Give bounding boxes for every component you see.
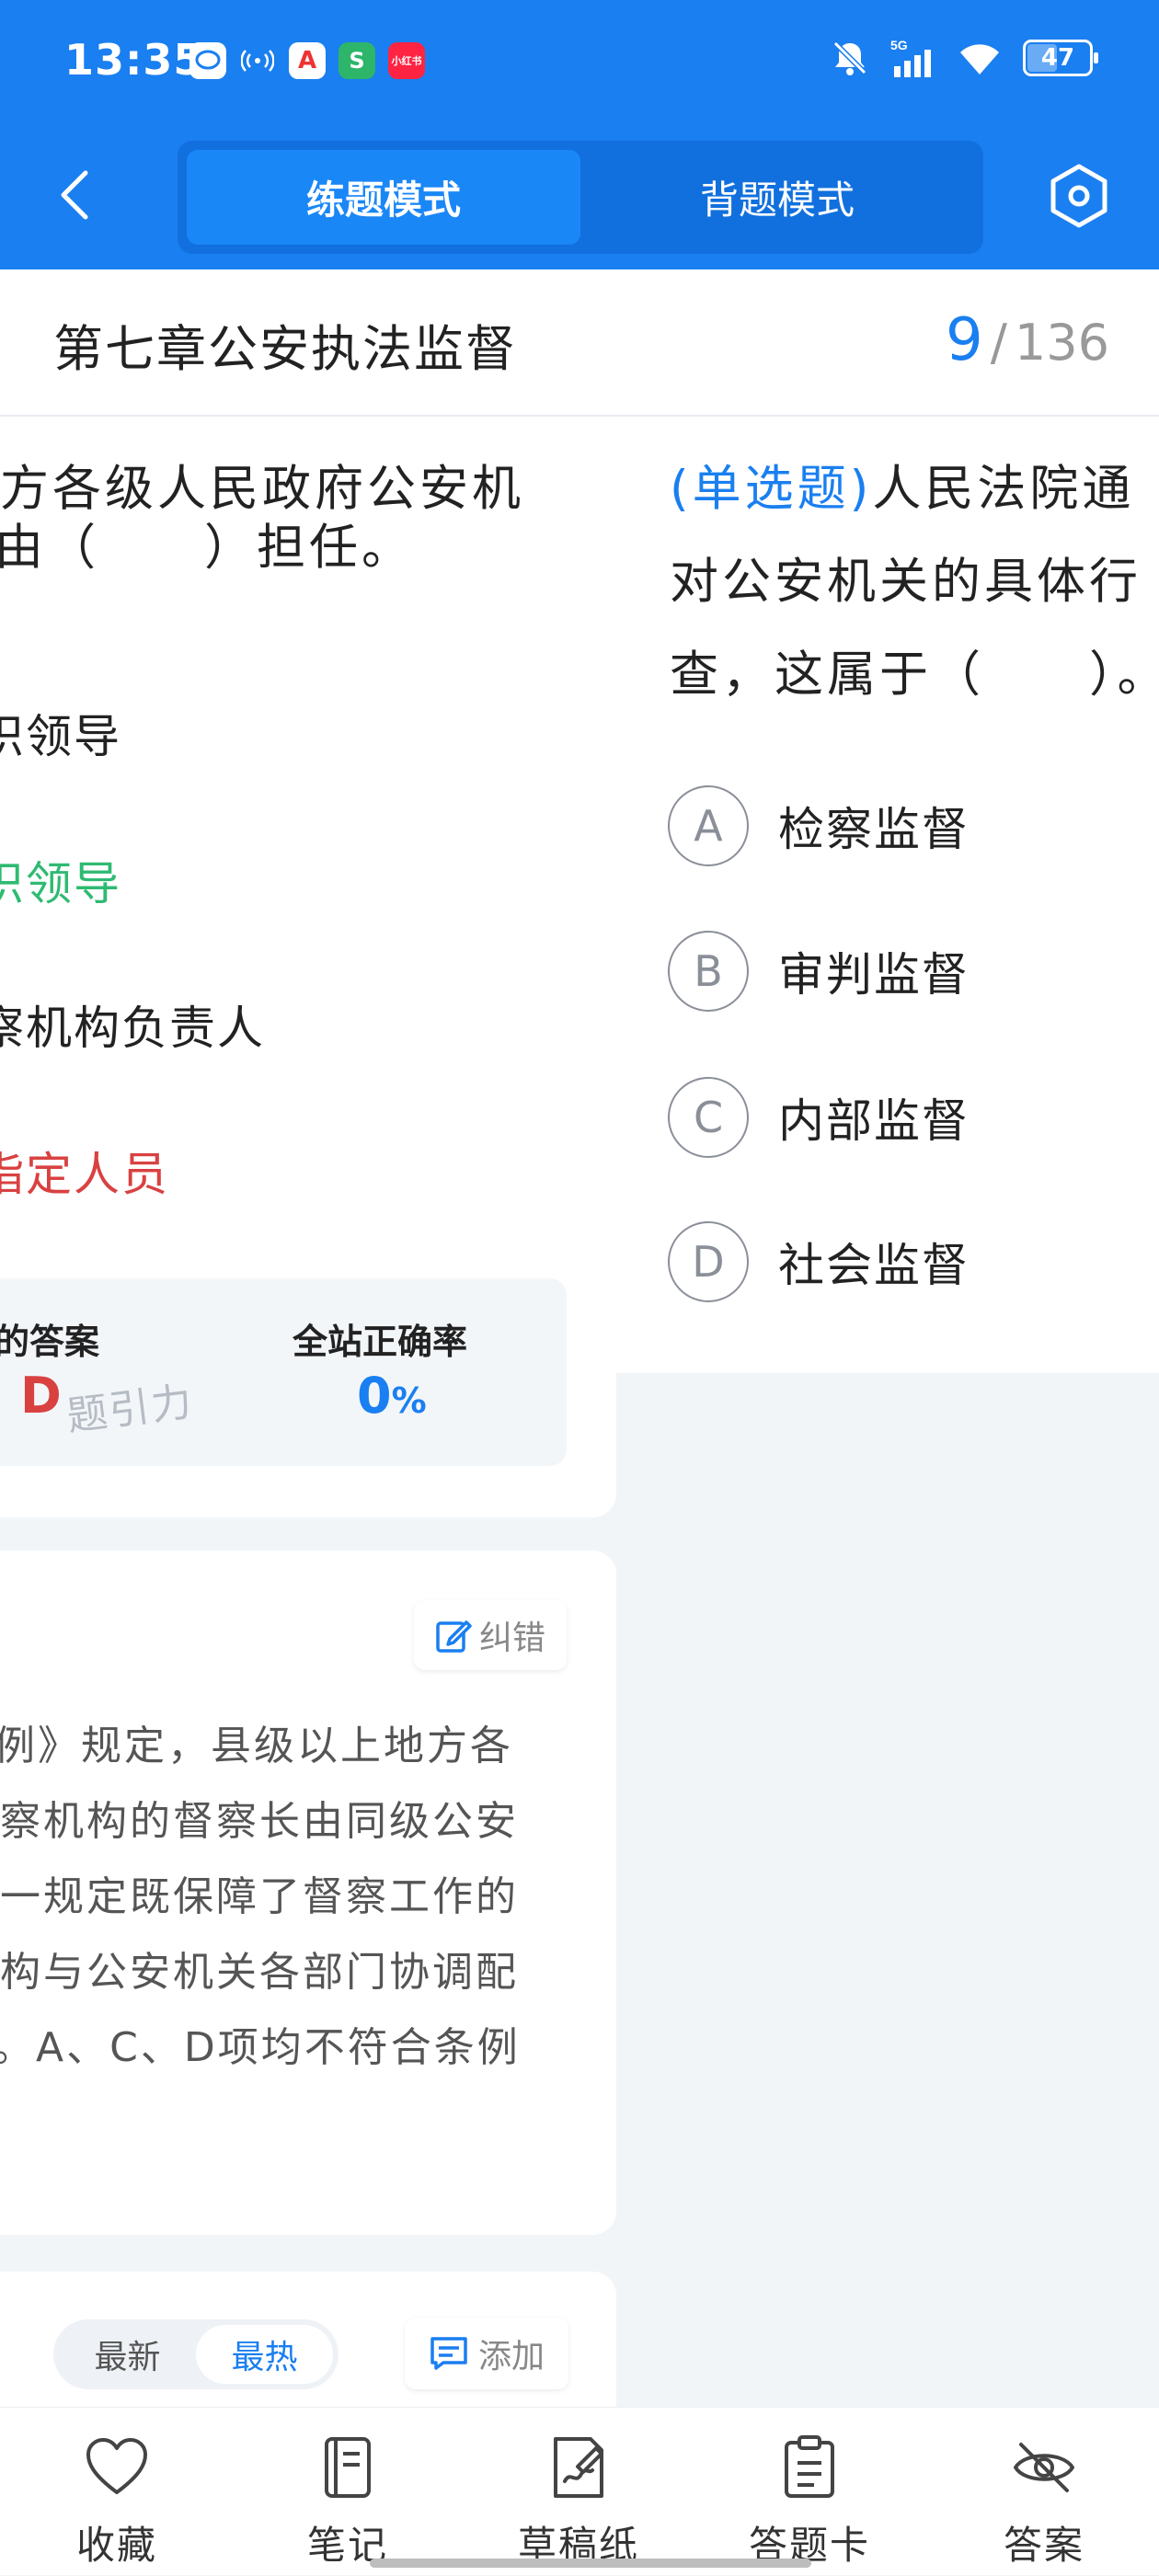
battery-indicator: 47: [1023, 40, 1098, 76]
tab-memorize-mode[interactable]: 背题模式: [580, 150, 974, 245]
analysis-card: 纠错 例》规定，县级以上地方各 察机构的督察长由同级公安 一规定既保障了督察工作…: [0, 1551, 616, 2235]
chapter-bar: 第七章公安执法监督 9/136: [0, 269, 1159, 417]
analysis-line: 构与公安机关各部门协调配: [0, 1949, 519, 1996]
message-app-icon: [189, 42, 226, 79]
question-type-label: (单选题): [670, 461, 873, 517]
report-error-button[interactable]: 纠错: [414, 1600, 567, 1670]
heart-icon: [86, 2438, 147, 2494]
option-a[interactable]: A 检察监督: [668, 784, 970, 867]
nav-show-answer[interactable]: 答案: [970, 2408, 1118, 2576]
tab-practice-mode[interactable]: 练题模式: [187, 150, 580, 245]
prev-option-c: 察机构负责人: [0, 1002, 265, 1055]
sort-hottest[interactable]: 最热: [196, 2325, 333, 2384]
analysis-line: 一规定既保障了督察工作的: [0, 1873, 519, 1920]
nav-draft-paper[interactable]: 草稿纸: [505, 2408, 652, 2576]
hexagon-settings-icon: [1050, 164, 1107, 228]
option-text: 社会监督: [778, 1239, 970, 1292]
app-header: 13:35 A S 小红书 5G 47 练题模式 背题模式: [0, 0, 1159, 269]
site-accuracy-value: 0%: [357, 1367, 427, 1425]
sort-newest[interactable]: 最新: [59, 2325, 196, 2384]
bottom-nav: 收藏 笔记 草稿纸 答题卡 答案: [0, 2407, 1159, 2575]
home-indicator[interactable]: [370, 2559, 811, 2568]
mode-toggle: 练题模式 背题模式: [178, 141, 983, 254]
option-d[interactable]: D 社会监督: [668, 1220, 970, 1303]
back-button[interactable]: [52, 166, 98, 224]
option-letter: B: [668, 931, 749, 1012]
prev-option-b-correct: 织领导: [0, 857, 121, 910]
edit-icon: [436, 1620, 472, 1653]
analysis-line: 例》规定，县级以上地方各: [0, 1723, 513, 1769]
xiaohongshu-icon: 小红书: [388, 42, 425, 79]
nav-notes[interactable]: 笔记: [274, 2408, 421, 2576]
nav-favorite[interactable]: 收藏: [43, 2408, 190, 2576]
notification-icons: A S 小红书: [189, 42, 425, 79]
option-text: 审判监督: [778, 948, 970, 1002]
option-text: 检察监督: [778, 803, 970, 856]
analysis-line: 察机构的督察长由同级公安: [0, 1798, 519, 1845]
current-question-number: 9: [946, 306, 983, 374]
prev-option-a: 织领导: [0, 710, 121, 763]
option-c[interactable]: C 内部监督: [668, 1076, 970, 1159]
svg-text:5G: 5G: [890, 38, 908, 52]
option-letter: C: [668, 1077, 749, 1158]
analysis-line: 。A、C、D项均不符合条例: [0, 2024, 521, 2071]
status-time: 13:35: [64, 35, 204, 85]
signal-icon: 5G: [890, 38, 931, 77]
question-line: 对公安机关的具体行: [670, 554, 1142, 610]
app-green-icon: S: [339, 42, 375, 79]
draft-paper-icon: [554, 2437, 603, 2498]
wifi-icon: [960, 44, 999, 74]
my-answer-value: D: [20, 1367, 62, 1425]
total-question-count: 136: [1014, 314, 1109, 372]
option-b[interactable]: B 审判监督: [668, 930, 970, 1013]
notebook-icon: [325, 2437, 371, 2498]
question-counter[interactable]: 9/136: [946, 306, 1109, 374]
broadcast-icon: [239, 42, 276, 79]
comment-sort-toggle: 最新 最热: [53, 2319, 339, 2389]
option-letter: A: [668, 785, 749, 866]
settings-button[interactable]: [1045, 162, 1113, 230]
eye-off-icon: [1014, 2443, 1074, 2492]
nav-answer-card[interactable]: 答题卡: [736, 2408, 883, 2576]
comment-icon: [430, 2337, 467, 2370]
option-letter: D: [668, 1221, 749, 1302]
option-text: 内部监督: [778, 1094, 970, 1148]
add-comment-button[interactable]: 添加: [405, 2318, 568, 2389]
my-answer-label: 的答案: [0, 1322, 100, 1362]
answer-card-icon: [785, 2435, 834, 2498]
app-a-icon: A: [289, 42, 326, 79]
question-line: 查，这属于（ ）。: [670, 647, 1159, 703]
watermark: 题引力: [63, 1378, 197, 1441]
mute-bell-icon: [832, 40, 867, 75]
chapter-title: 第七章公安执法监督: [53, 320, 517, 378]
question-line: (单选题)人民法院通: [670, 461, 1135, 517]
current-question-panel: (单选题)人民法院通 对公安机关的具体行 查，这属于（ ）。 A 检察监督 B …: [616, 417, 1159, 1373]
prev-option-d-wrong: 指定人员: [0, 1148, 169, 1201]
site-accuracy-label: 全站正确率: [293, 1322, 468, 1362]
prev-question-line: 由（ ）担任。: [0, 520, 414, 576]
status-right: 5G 47: [830, 37, 1098, 79]
answer-stats-card: 的答案 D 题引力 全站正确率 0%: [0, 1278, 567, 1466]
chevron-left-icon: [61, 170, 88, 220]
